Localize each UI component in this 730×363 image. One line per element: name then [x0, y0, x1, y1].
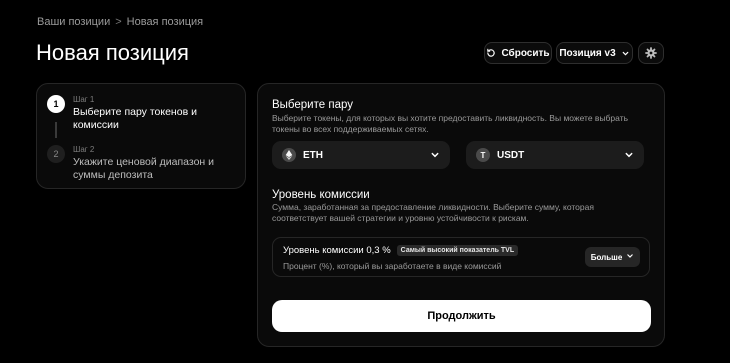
- token-a-select[interactable]: ETH: [272, 141, 450, 169]
- more-label: Больше: [590, 252, 623, 262]
- pair-section-description: Выберите токены, для которых вы хотите п…: [272, 113, 629, 135]
- breadcrumb-parent-link[interactable]: Ваши позиции: [37, 16, 110, 28]
- step-1-label: Шаг 1: [73, 95, 95, 104]
- step-1[interactable]: 1 Шаг 1 Выберите пару токенов и комиссии: [47, 95, 245, 132]
- breadcrumb-current: Новая позиция: [126, 16, 204, 28]
- steps-card: 1 Шаг 1 Выберите пару токенов и комиссии…: [36, 83, 246, 189]
- version-label: Позиция v3: [559, 47, 616, 59]
- step-2-title: Укажите ценовой диапазон и суммы депозит…: [73, 156, 215, 182]
- pair-section-title: Выберите пару: [272, 99, 353, 111]
- chevron-down-icon: [624, 150, 634, 160]
- usdt-icon: T: [476, 148, 490, 162]
- fee-tier-label: Уровень комиссии 0,3 %: [283, 245, 391, 256]
- fee-tier-description: Процент (%), который вы заработаете в ви…: [283, 261, 502, 271]
- chevron-down-icon: [430, 150, 440, 160]
- chevron-down-icon: [626, 252, 634, 262]
- fee-section-description: Сумма, заработанная за предоставление ли…: [272, 202, 594, 224]
- step-connector-line: [55, 122, 57, 138]
- eth-icon: [282, 148, 296, 162]
- step-1-title: Выберите пару токенов и комиссии: [73, 106, 197, 132]
- reset-icon: [486, 48, 496, 58]
- step-1-number: 1: [47, 95, 65, 113]
- reset-label: Сбросить: [501, 47, 550, 59]
- step-2-label: Шаг 2: [73, 145, 95, 154]
- fee-section-title: Уровень комиссии: [272, 189, 370, 201]
- step-2[interactable]: 2 Шаг 2 Укажите ценовой диапазон и суммы…: [47, 145, 243, 182]
- position-form-card: Выберите пару Выберите токены, для котор…: [257, 83, 665, 347]
- gear-icon: [645, 47, 657, 59]
- breadcrumb-separator: >: [115, 16, 122, 28]
- more-fee-options-button[interactable]: Больше: [585, 247, 640, 267]
- page-title: Новая позиция: [36, 40, 189, 65]
- breadcrumb: Ваши позиции > Новая позиция: [37, 16, 203, 28]
- settings-button[interactable]: [638, 42, 664, 64]
- new-position-page: Ваши позиции > Новая позиция Новая позиц…: [0, 0, 730, 363]
- step-2-number: 2: [47, 145, 65, 163]
- reset-button[interactable]: Сбросить: [484, 42, 552, 64]
- token-b-select[interactable]: T USDT: [466, 141, 644, 169]
- continue-button[interactable]: Продолжить: [272, 300, 651, 332]
- chevron-down-icon: [621, 49, 630, 58]
- fee-tier-box: Уровень комиссии 0,3 % Самый высокий пок…: [272, 237, 650, 277]
- position-version-dropdown[interactable]: Позиция v3: [556, 42, 633, 64]
- token-b-symbol: USDT: [497, 149, 525, 161]
- tvl-badge: Самый высокий показатель TVL: [396, 245, 519, 256]
- token-a-symbol: ETH: [303, 149, 323, 161]
